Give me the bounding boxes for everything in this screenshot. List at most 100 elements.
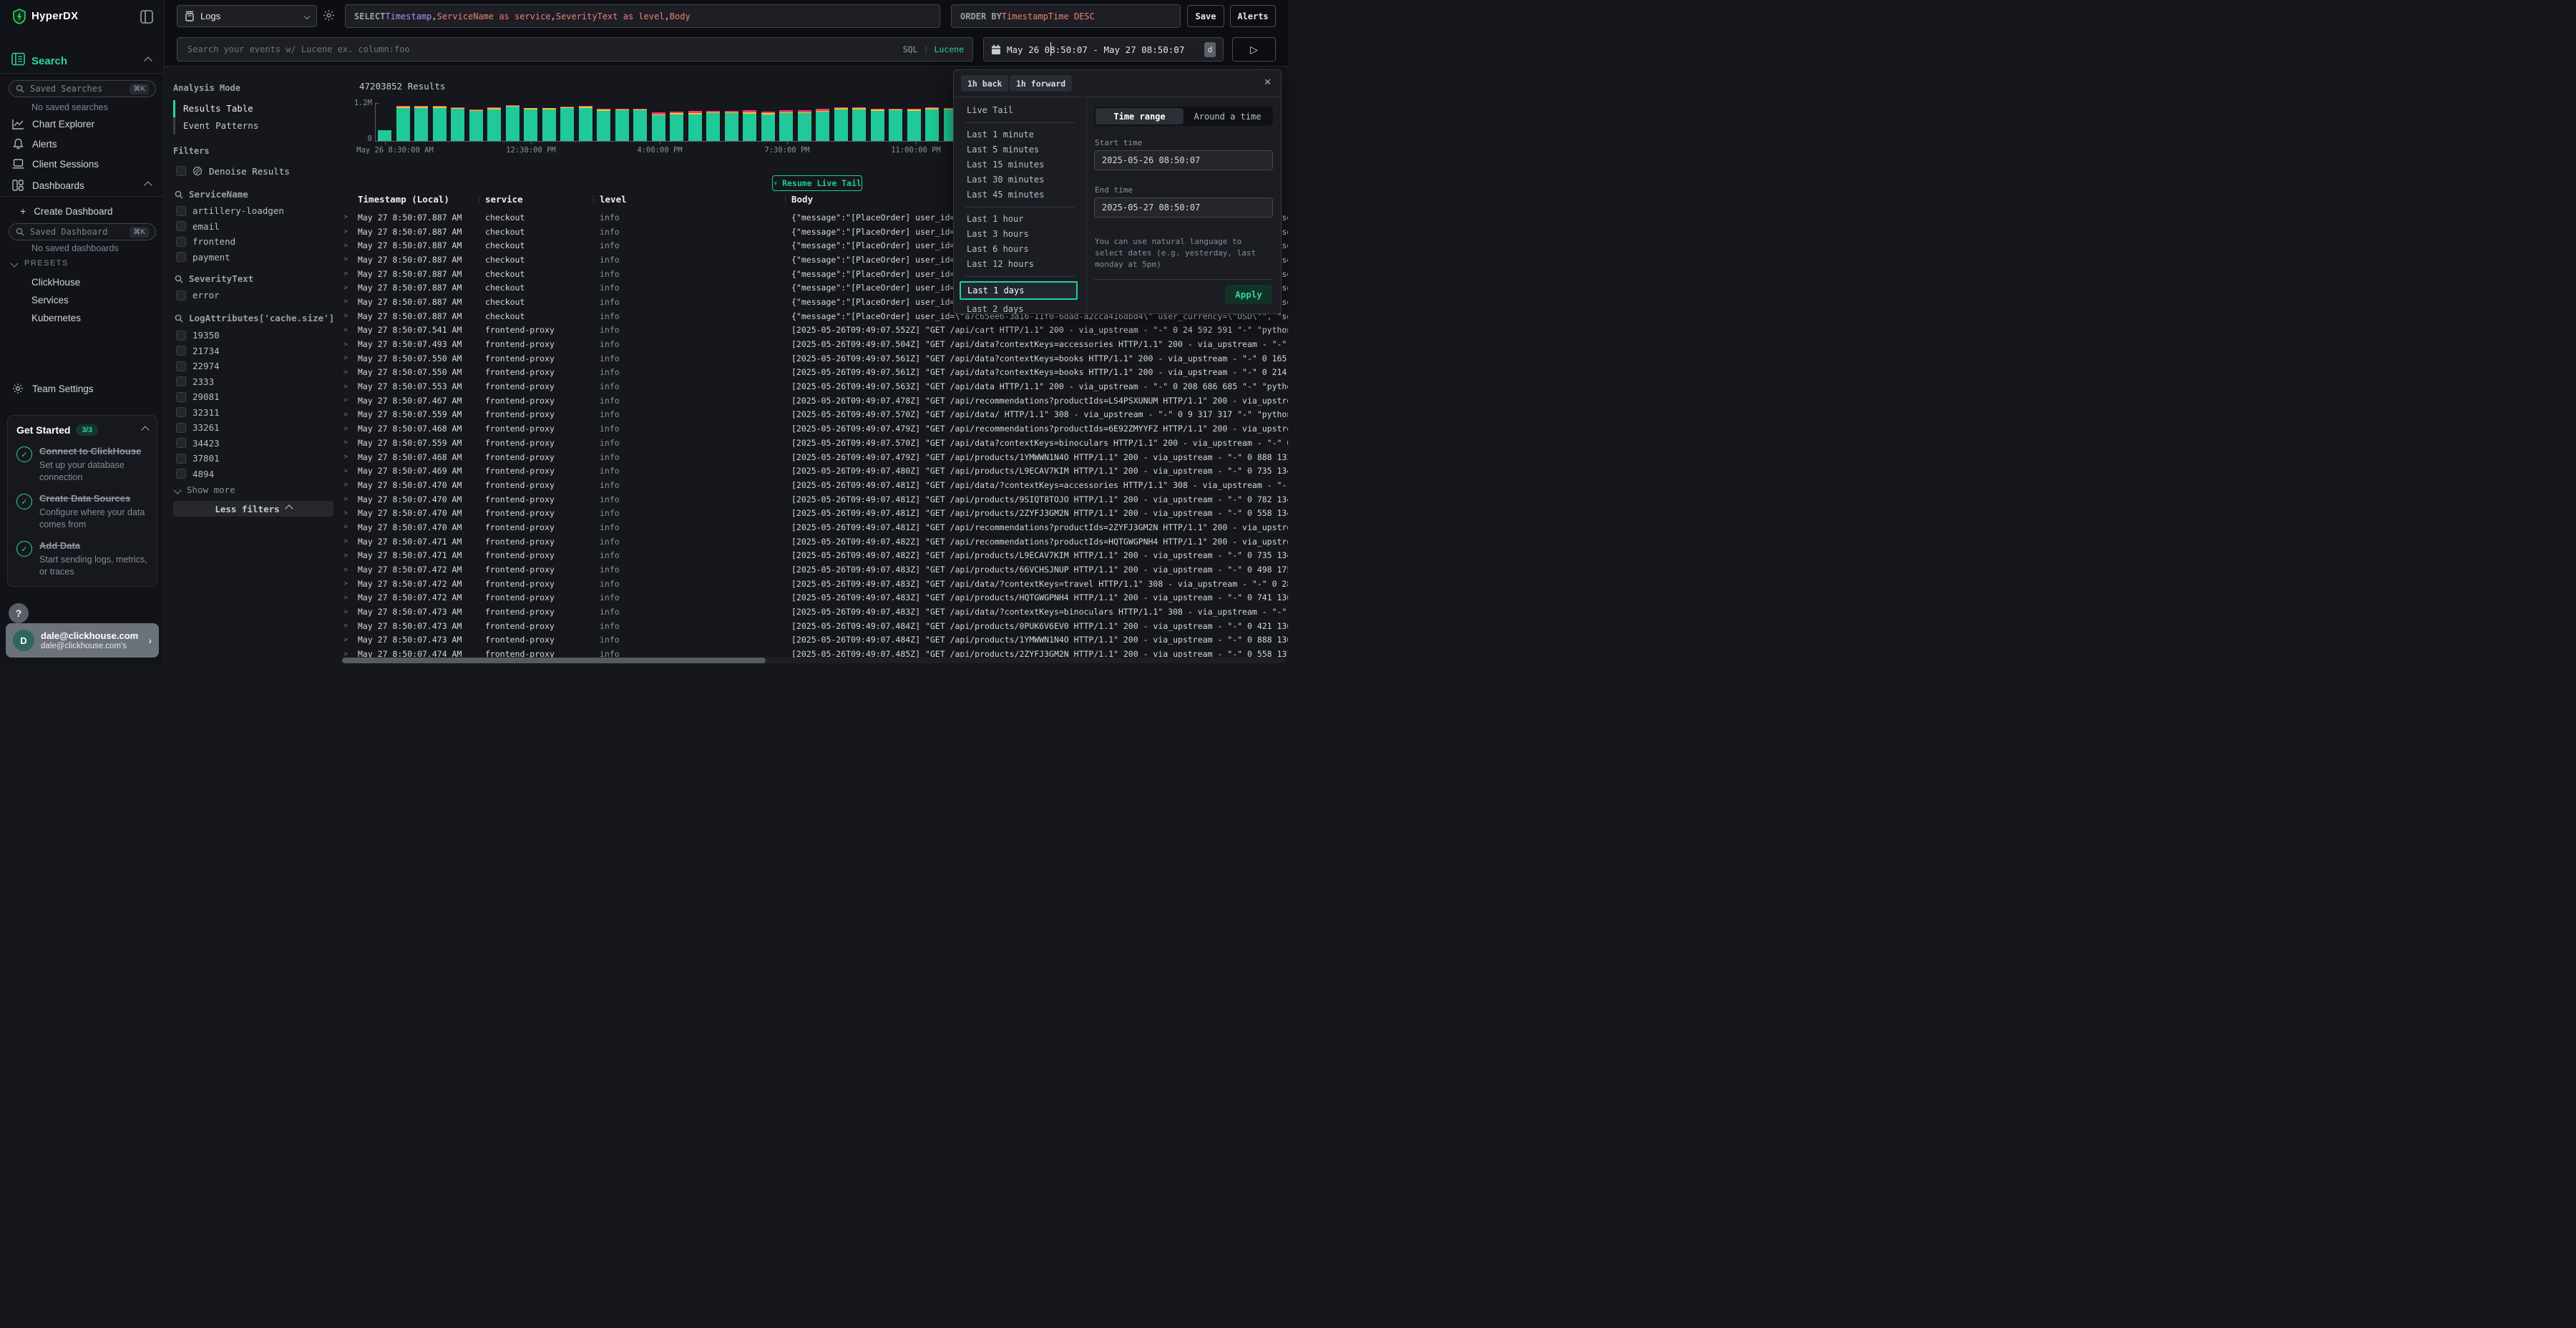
histogram-bar[interactable] [487,107,501,141]
sidebar-item-chart-explorer[interactable]: Chart Explorer [0,114,164,133]
run-search-button[interactable]: ▷ [1232,37,1276,62]
column-header-body[interactable]: Body [791,194,813,208]
histogram-bar[interactable] [396,106,410,141]
less-filters-button[interactable]: Less filters [173,501,333,517]
time-preset-option[interactable]: Last 15 minutes [954,157,1086,172]
expand-row-icon[interactable]: > [343,312,358,320]
checkbox[interactable] [176,454,186,464]
histogram-bar[interactable] [506,105,519,141]
create-dashboard-button[interactable]: + Create Dashboard [0,202,164,220]
checkbox[interactable] [176,423,186,433]
table-row[interactable]: > May 27 8:50:07.493 AM frontend-proxy i… [343,337,1288,351]
preset-item[interactable]: Kubernetes [0,309,164,327]
table-row[interactable]: > May 27 8:50:07.469 AM frontend-proxy i… [343,464,1288,478]
presets-header[interactable]: PRESETS [11,259,69,268]
histogram-bar[interactable] [542,108,556,141]
histogram-bar[interactable] [378,130,391,141]
histogram-bar[interactable] [706,111,720,141]
start-time-input[interactable] [1094,150,1273,170]
lucene-mode-toggle[interactable]: Lucene [934,44,964,54]
histogram-bar[interactable] [743,110,756,141]
histogram-bar[interactable] [725,111,738,141]
checkbox[interactable] [176,331,186,341]
show-more-button[interactable]: Show more [175,484,235,495]
date-range-input[interactable]: May 26 08:50:07 - May 27 08:50:07 d [983,37,1224,62]
expand-row-icon[interactable]: > [343,580,358,587]
saved-dashboards-input[interactable] [29,226,110,238]
table-row[interactable]: > May 27 8:50:07.553 AM frontend-proxy i… [343,379,1288,394]
expand-row-icon[interactable]: > [343,411,358,419]
histogram-bar[interactable] [652,112,665,141]
histogram-bar[interactable] [579,106,592,141]
table-row[interactable]: > May 27 8:50:07.472 AM frontend-proxy i… [343,577,1288,591]
expand-row-icon[interactable]: > [343,326,358,334]
mode-results-table[interactable]: Results Table [183,101,253,117]
checkbox[interactable] [176,392,186,402]
filter-value-row[interactable]: payment [176,250,336,265]
select-query-editor[interactable]: SELECT Timestamp, ServiceName as service… [345,4,940,28]
expand-row-icon[interactable]: > [343,425,358,433]
expand-row-icon[interactable]: > [343,650,358,658]
column-header-timestamp[interactable]: Timestamp (Local) [358,194,485,208]
time-preset-option[interactable]: Live Tail [954,103,1086,118]
checkbox[interactable] [176,361,186,371]
sidebar-item-team-settings[interactable]: Team Settings [0,379,164,398]
expand-row-icon[interactable]: > [343,622,358,630]
expand-row-icon[interactable]: > [343,341,358,348]
saved-searches-search[interactable]: ⌘K [9,80,156,97]
filter-value-row[interactable]: 19350 [176,328,336,343]
sidebar-section-search[interactable]: Search [31,55,67,67]
table-row[interactable]: > May 27 8:50:07.473 AM frontend-proxy i… [343,633,1288,648]
expand-row-icon[interactable]: > [343,439,358,446]
expand-row-icon[interactable]: > [343,523,358,531]
apply-button[interactable]: Apply [1225,285,1272,304]
table-row[interactable]: > May 27 8:50:07.468 AM frontend-proxy i… [343,421,1288,436]
resume-live-tail-button[interactable]: ⚡ Resume Live Tail [772,175,862,191]
filter-value-row[interactable]: 21734 [176,343,336,359]
histogram-bar[interactable] [433,106,447,141]
sql-mode-toggle[interactable]: SQL [903,44,918,54]
table-row[interactable]: > May 27 8:50:07.467 AM frontend-proxy i… [343,394,1288,408]
histogram-bar[interactable] [852,107,866,141]
checkbox[interactable] [176,407,186,417]
horizontal-scrollbar-thumb[interactable] [342,658,766,663]
checkbox[interactable] [176,237,186,247]
expand-row-icon[interactable]: > [343,270,358,278]
expand-row-icon[interactable]: > [343,368,358,376]
alerts-button[interactable]: Alerts [1230,5,1276,27]
filter-group-cache-size[interactable]: LogAttributes['cache.size'] [175,313,334,323]
checkbox[interactable] [176,376,186,386]
expand-row-icon[interactable]: > [343,552,358,560]
histogram-bar[interactable] [560,107,574,141]
checkbox[interactable] [176,206,186,216]
checkbox[interactable] [176,346,186,356]
time-preset-option[interactable]: Last 12 hours [954,257,1086,272]
table-row[interactable]: > May 27 8:50:07.559 AM frontend-proxy i… [343,436,1288,450]
checkbox[interactable] [176,252,186,262]
table-row[interactable]: > May 27 8:50:07.541 AM frontend-proxy i… [343,323,1288,338]
time-preset-option[interactable]: Last 30 minutes [954,172,1086,187]
filter-value-row[interactable]: email [176,219,336,235]
histogram-bar[interactable] [615,109,629,141]
expand-row-icon[interactable]: > [343,228,358,235]
tab-around-a-time[interactable]: Around a time [1184,108,1272,125]
expand-row-icon[interactable]: > [343,594,358,602]
checkbox[interactable] [176,166,186,176]
get-started-collapse-icon[interactable] [141,426,149,434]
histogram-bar[interactable] [834,107,848,141]
histogram-bar[interactable] [816,109,829,141]
filter-value-row[interactable]: error [176,288,336,303]
table-row[interactable]: > May 27 8:50:07.468 AM frontend-proxy i… [343,450,1288,464]
sidebar-collapse-icon[interactable] [140,10,153,24]
help-button[interactable]: ? [9,603,29,623]
histogram-bar[interactable] [451,107,464,141]
filter-value-row[interactable]: 37801 [176,451,336,467]
search-section-collapse-icon[interactable] [144,57,152,64]
expand-row-icon[interactable]: > [343,354,358,362]
filter-value-row[interactable]: 32311 [176,405,336,421]
table-row[interactable]: > May 27 8:50:07.473 AM frontend-proxy i… [343,605,1288,619]
expand-row-icon[interactable]: > [343,453,358,461]
expand-row-icon[interactable]: > [343,255,358,263]
search-input[interactable] [186,44,804,55]
table-row[interactable]: > May 27 8:50:07.470 AM frontend-proxy i… [343,520,1288,534]
